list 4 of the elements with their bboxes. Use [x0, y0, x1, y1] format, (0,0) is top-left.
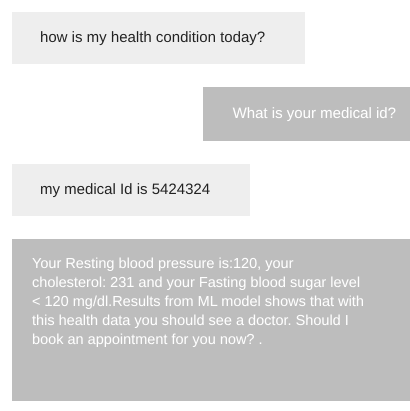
message-bubble: how is my health condition today? — [12, 12, 306, 64]
message-bubble: What is your medical id? — [202, 87, 410, 141]
message-bubble: Your Resting blood pressure is:120, your cholesterol: 231 and your Fasting blood sugar level < 120 mg/dl.Results from ML model shows that with this health data you should see a doctor. Should I book an appointment for you now? . — [12, 239, 410, 401]
message-bubble: my medical Id is 5424324 — [12, 164, 250, 216]
